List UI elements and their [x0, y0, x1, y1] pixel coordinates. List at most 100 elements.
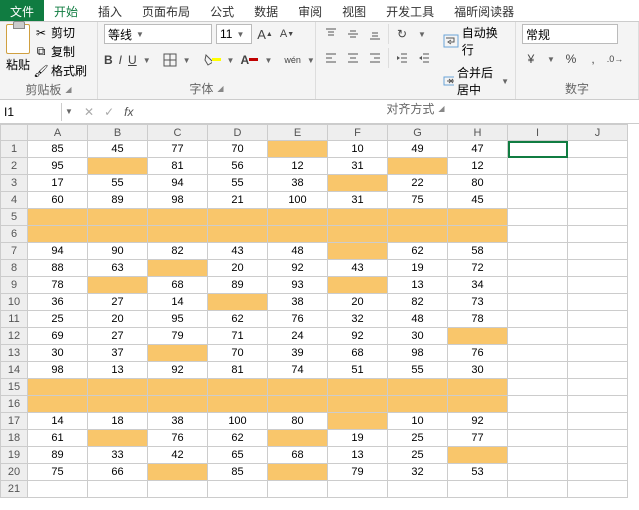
cell[interactable]: 71	[208, 328, 268, 345]
row-header[interactable]: 9	[0, 277, 28, 294]
cell[interactable]	[328, 209, 388, 226]
cell[interactable]: 75	[28, 464, 88, 481]
cancel-icon[interactable]: ✕	[84, 105, 94, 119]
cell[interactable]	[208, 396, 268, 413]
cell[interactable]	[508, 226, 568, 243]
cell[interactable]: 92	[448, 413, 508, 430]
cell[interactable]: 55	[208, 175, 268, 192]
cell[interactable]: 55	[388, 362, 448, 379]
cell[interactable]	[148, 260, 208, 277]
cell[interactable]	[448, 447, 508, 464]
cell[interactable]	[328, 396, 388, 413]
cell[interactable]	[568, 328, 628, 345]
cell[interactable]	[88, 396, 148, 413]
tab-developer[interactable]: 开发工具	[376, 0, 444, 21]
cell[interactable]	[88, 481, 148, 498]
border-button[interactable]	[163, 51, 177, 69]
cell[interactable]	[148, 464, 208, 481]
cell[interactable]: 98	[148, 192, 208, 209]
name-box-dropdown[interactable]: ▼	[62, 103, 76, 121]
row-header[interactable]: 21	[0, 481, 28, 498]
cell[interactable]: 95	[28, 158, 88, 175]
underline-button[interactable]: U	[128, 51, 137, 69]
cell[interactable]: 98	[28, 362, 88, 379]
increase-font-button[interactable]: A▲	[256, 25, 274, 43]
row-header[interactable]: 12	[0, 328, 28, 345]
cell[interactable]: 88	[28, 260, 88, 277]
row-header[interactable]: 16	[0, 396, 28, 413]
currency-button[interactable]: ¥	[522, 50, 540, 68]
cell[interactable]: 62	[388, 243, 448, 260]
cell[interactable]: 56	[208, 158, 268, 175]
cell[interactable]	[568, 379, 628, 396]
cell[interactable]: 43	[328, 260, 388, 277]
paste-button[interactable]: 粘贴	[6, 24, 30, 73]
cell[interactable]	[568, 175, 628, 192]
cell[interactable]	[508, 277, 568, 294]
cell[interactable]	[88, 209, 148, 226]
cell[interactable]: 19	[388, 260, 448, 277]
tab-view[interactable]: 视图	[332, 0, 376, 21]
cell[interactable]	[268, 481, 328, 498]
chevron-down-icon[interactable]: ▼	[307, 53, 315, 67]
cell[interactable]: 61	[28, 430, 88, 447]
decrease-font-button[interactable]: A▼	[278, 25, 296, 43]
cell[interactable]	[508, 260, 568, 277]
cell[interactable]: 60	[28, 192, 88, 209]
cell[interactable]: 32	[328, 311, 388, 328]
row-header[interactable]: 10	[0, 294, 28, 311]
cell[interactable]: 73	[448, 294, 508, 311]
cell[interactable]: 92	[268, 260, 328, 277]
cell[interactable]	[568, 345, 628, 362]
cell[interactable]	[568, 447, 628, 464]
cell[interactable]	[448, 209, 508, 226]
cell[interactable]: 80	[448, 175, 508, 192]
tab-foxit[interactable]: 福昕阅读器	[444, 0, 524, 21]
align-top-button[interactable]	[322, 25, 340, 43]
cell[interactable]	[208, 209, 268, 226]
col-header[interactable]: G	[388, 124, 448, 141]
font-name-select[interactable]: 等线 ▼	[104, 24, 212, 44]
cell[interactable]: 62	[208, 311, 268, 328]
row-header[interactable]: 5	[0, 209, 28, 226]
cell[interactable]: 89	[208, 277, 268, 294]
row-header[interactable]: 19	[0, 447, 28, 464]
cell[interactable]	[28, 396, 88, 413]
chevron-down-icon[interactable]: ▼	[264, 53, 272, 67]
cell[interactable]	[148, 396, 208, 413]
cell[interactable]: 13	[88, 362, 148, 379]
cell[interactable]: 38	[148, 413, 208, 430]
cell[interactable]: 20	[208, 260, 268, 277]
chevron-down-icon[interactable]: ▼	[415, 27, 429, 41]
cell[interactable]: 31	[328, 158, 388, 175]
copy-button[interactable]: ⧉ 复制	[34, 43, 87, 60]
cell[interactable]: 70	[208, 345, 268, 362]
cell[interactable]	[568, 396, 628, 413]
row-header[interactable]: 8	[0, 260, 28, 277]
cell[interactable]	[568, 481, 628, 498]
cell[interactable]	[508, 430, 568, 447]
cell[interactable]	[328, 379, 388, 396]
cell[interactable]: 18	[88, 413, 148, 430]
cell[interactable]: 79	[148, 328, 208, 345]
name-box[interactable]: I1	[0, 103, 62, 121]
fx-icon[interactable]: fx	[124, 105, 133, 119]
merge-center-button[interactable]: 合并后居中 ▼	[443, 64, 509, 98]
cell[interactable]: 81	[208, 362, 268, 379]
cell[interactable]: 13	[388, 277, 448, 294]
cell[interactable]: 53	[448, 464, 508, 481]
cell[interactable]	[388, 158, 448, 175]
chevron-down-icon[interactable]: ▼	[183, 53, 191, 67]
cell[interactable]	[28, 209, 88, 226]
cell[interactable]	[388, 481, 448, 498]
cell[interactable]: 95	[148, 311, 208, 328]
cell[interactable]: 39	[268, 345, 328, 362]
chevron-down-icon[interactable]: ▼	[544, 52, 558, 66]
cell[interactable]: 45	[448, 192, 508, 209]
align-bottom-button[interactable]	[366, 25, 384, 43]
cell[interactable]: 47	[448, 141, 508, 158]
cell[interactable]	[148, 345, 208, 362]
cell[interactable]	[328, 481, 388, 498]
cell[interactable]: 22	[388, 175, 448, 192]
chevron-down-icon[interactable]: ▼	[143, 53, 151, 67]
